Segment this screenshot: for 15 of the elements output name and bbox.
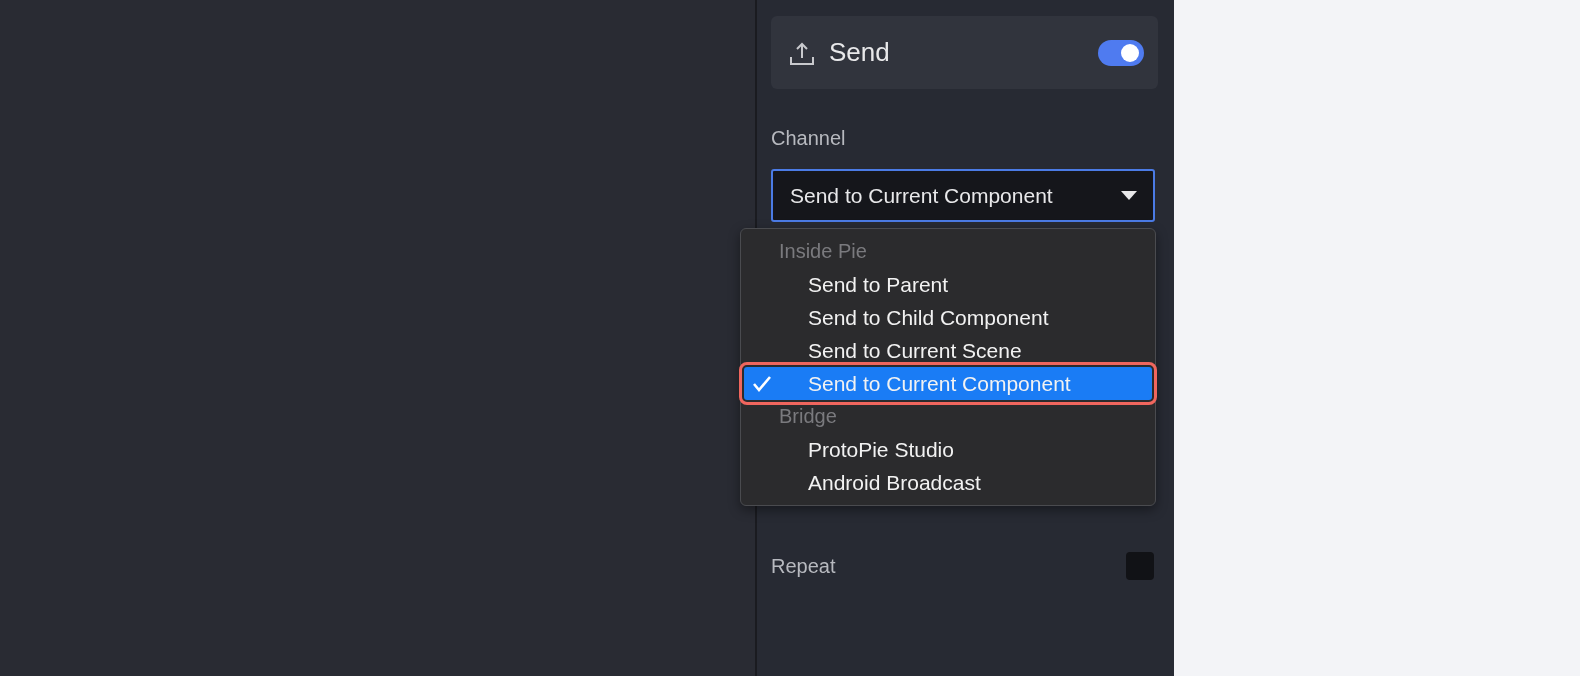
checkbox[interactable] (1126, 552, 1154, 580)
group-heading: Bridge (778, 404, 838, 429)
menu-item[interactable]: Send to Child Component (744, 301, 1152, 334)
menu-item[interactable]: Android Broadcast (744, 466, 1152, 499)
menu-item[interactable]: ProtoPie Studio (744, 433, 1152, 466)
checkmark-icon (752, 375, 772, 392)
group-heading: Inside Pie (778, 239, 868, 264)
toggle-switch[interactable] (1098, 39, 1144, 66)
menu-item[interactable]: Send to Parent (744, 268, 1152, 301)
action-title: Send (829, 36, 890, 69)
channel-dropdown[interactable]: Send to Current Component (771, 169, 1155, 222)
field-label: Channel (771, 126, 847, 151)
caret-icon (1121, 191, 1137, 200)
field-label: Repeat (771, 554, 836, 579)
menu-item[interactable]: Send to Current Scene (744, 334, 1152, 367)
